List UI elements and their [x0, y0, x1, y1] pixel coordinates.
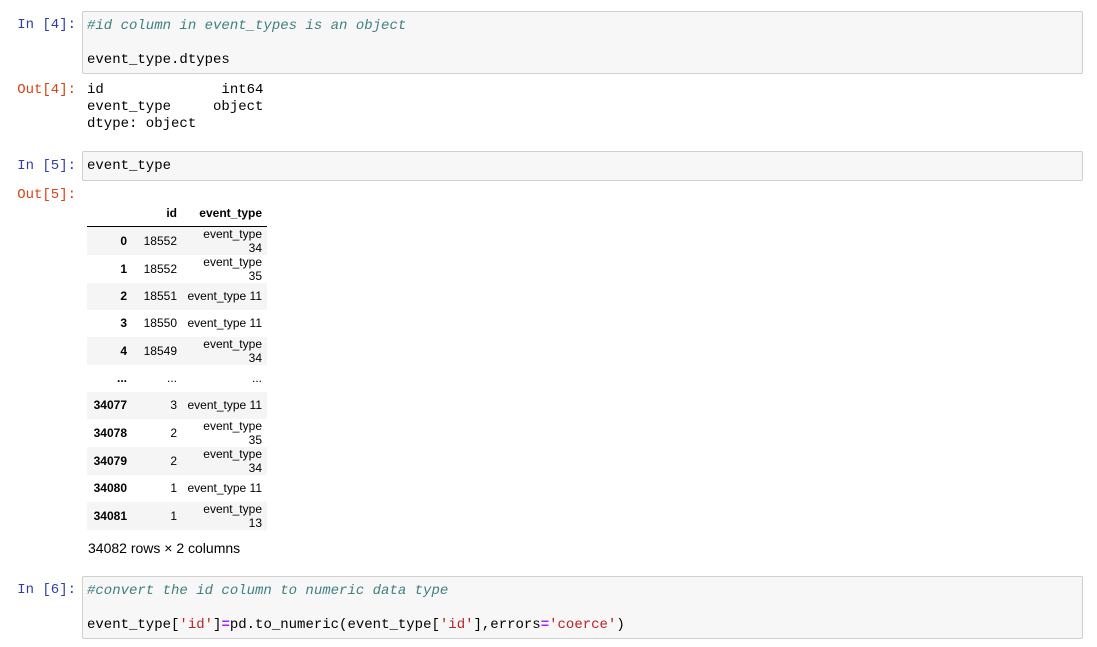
cell-event-type: event_type 11	[187, 316, 262, 330]
code-operator: =	[540, 617, 550, 633]
cell-event-type: event_type 35	[203, 418, 262, 447]
row-index: ...	[116, 371, 127, 385]
table-row: 2 18551 event_type 11	[87, 282, 267, 310]
dataframe-shape-text: 34082 rows × 2 columns	[88, 540, 241, 556]
code-token: event_type[	[87, 617, 180, 633]
cell-id: 18552	[143, 233, 177, 248]
cell-6-code-line: event_type['id']=pd.to_numeric(event_typ…	[87, 617, 625, 634]
dataframe-table: id event_type 0 18552 event_type 34 1 18…	[87, 200, 267, 530]
table-row: 4 18549 event_type 34	[87, 336, 267, 365]
code-string: 'id'	[439, 617, 474, 633]
cell-id: 1	[170, 481, 177, 495]
table-row-ellipsis: ... ... ...	[87, 364, 267, 392]
row-index: 34079	[93, 453, 127, 468]
cell-4-out-prompt: Out[4]:	[17, 82, 76, 98]
cell-4-input[interactable]: #id column in event_types is an object e…	[82, 11, 1083, 74]
code-string: 'id'	[179, 617, 214, 633]
cell-id: ...	[166, 371, 177, 385]
table-row: 3 18550 event_type 11	[87, 309, 267, 337]
cell-event-type: event_type 13	[203, 501, 262, 530]
cell-id: 18551	[143, 289, 177, 303]
cell-4-in-prompt: In [4]:	[17, 17, 76, 33]
cell-id: 3	[170, 398, 177, 412]
code-operator: =	[221, 617, 230, 633]
code-token: pd.to_numeric(event_type[	[229, 617, 440, 633]
code-token: ],errors	[473, 617, 541, 633]
cell-4-code-line: event_type.dtypes	[87, 52, 230, 68]
cell-4-output-line-3: dtype: object	[87, 116, 197, 132]
cell-id: 2	[170, 453, 177, 468]
table-row: 34080 1 event_type 11	[87, 474, 267, 502]
row-index: 2	[120, 289, 127, 303]
row-index: 34078	[93, 425, 127, 440]
row-index: 34077	[93, 398, 127, 412]
row-index: 1	[120, 261, 127, 276]
table-row: 34078 2 event_type 35	[87, 418, 267, 447]
table-row: 34077 3 event_type 11	[87, 391, 267, 419]
cell-5-code-line: event_type	[87, 158, 172, 174]
row-index: 0	[120, 233, 127, 248]
cell-6-in-prompt: In [6]:	[17, 582, 76, 598]
index-header	[87, 200, 132, 227]
cell-4-comment: #id column in event_types is an object	[87, 18, 407, 34]
cell-event-type: event_type 35	[203, 254, 262, 283]
cell-event-type: ...	[251, 371, 262, 385]
cell-5-in-prompt: In [5]:	[17, 158, 76, 174]
code-token: )	[616, 617, 625, 633]
cell-5-input[interactable]: event_type	[82, 151, 1083, 181]
cell-id: 1	[170, 508, 177, 523]
cell-event-type: event_type 11	[187, 481, 262, 495]
cell-event-type: event_type 34	[203, 446, 262, 475]
column-header-id: id	[132, 200, 182, 227]
cell-6-comment: #convert the id column to numeric data t…	[87, 583, 449, 599]
table-row: 0 18552 event_type 34	[87, 226, 267, 255]
cell-event-type: event_type 34	[203, 226, 262, 255]
row-index: 4	[120, 343, 127, 358]
cell-5-out-prompt: Out[5]:	[17, 187, 76, 203]
cell-6-input[interactable]: #convert the id column to numeric data t…	[82, 576, 1083, 639]
cell-event-type: event_type 34	[203, 336, 262, 365]
row-index: 3	[120, 316, 127, 330]
table-header-row: id event_type	[87, 200, 267, 227]
cell-4-output-line-1: id int64	[87, 82, 264, 98]
cell-event-type: event_type 11	[187, 398, 262, 412]
cell-id: 18550	[143, 316, 177, 330]
code-string: 'coerce'	[549, 617, 617, 633]
cell-4-output-line-2: event_type object	[87, 99, 264, 115]
row-index: 34081	[93, 508, 127, 523]
cell-id: 18552	[143, 261, 177, 276]
cell-event-type: event_type 11	[187, 289, 262, 303]
table-row: 34081 1 event_type 13	[87, 501, 267, 530]
column-header-event-type: event_type	[182, 200, 267, 227]
table-row: 34079 2 event_type 34	[87, 446, 267, 475]
table-row: 1 18552 event_type 35	[87, 254, 267, 283]
cell-id: 2	[170, 425, 177, 440]
row-index: 34080	[93, 481, 127, 495]
cell-id: 18549	[143, 343, 177, 358]
